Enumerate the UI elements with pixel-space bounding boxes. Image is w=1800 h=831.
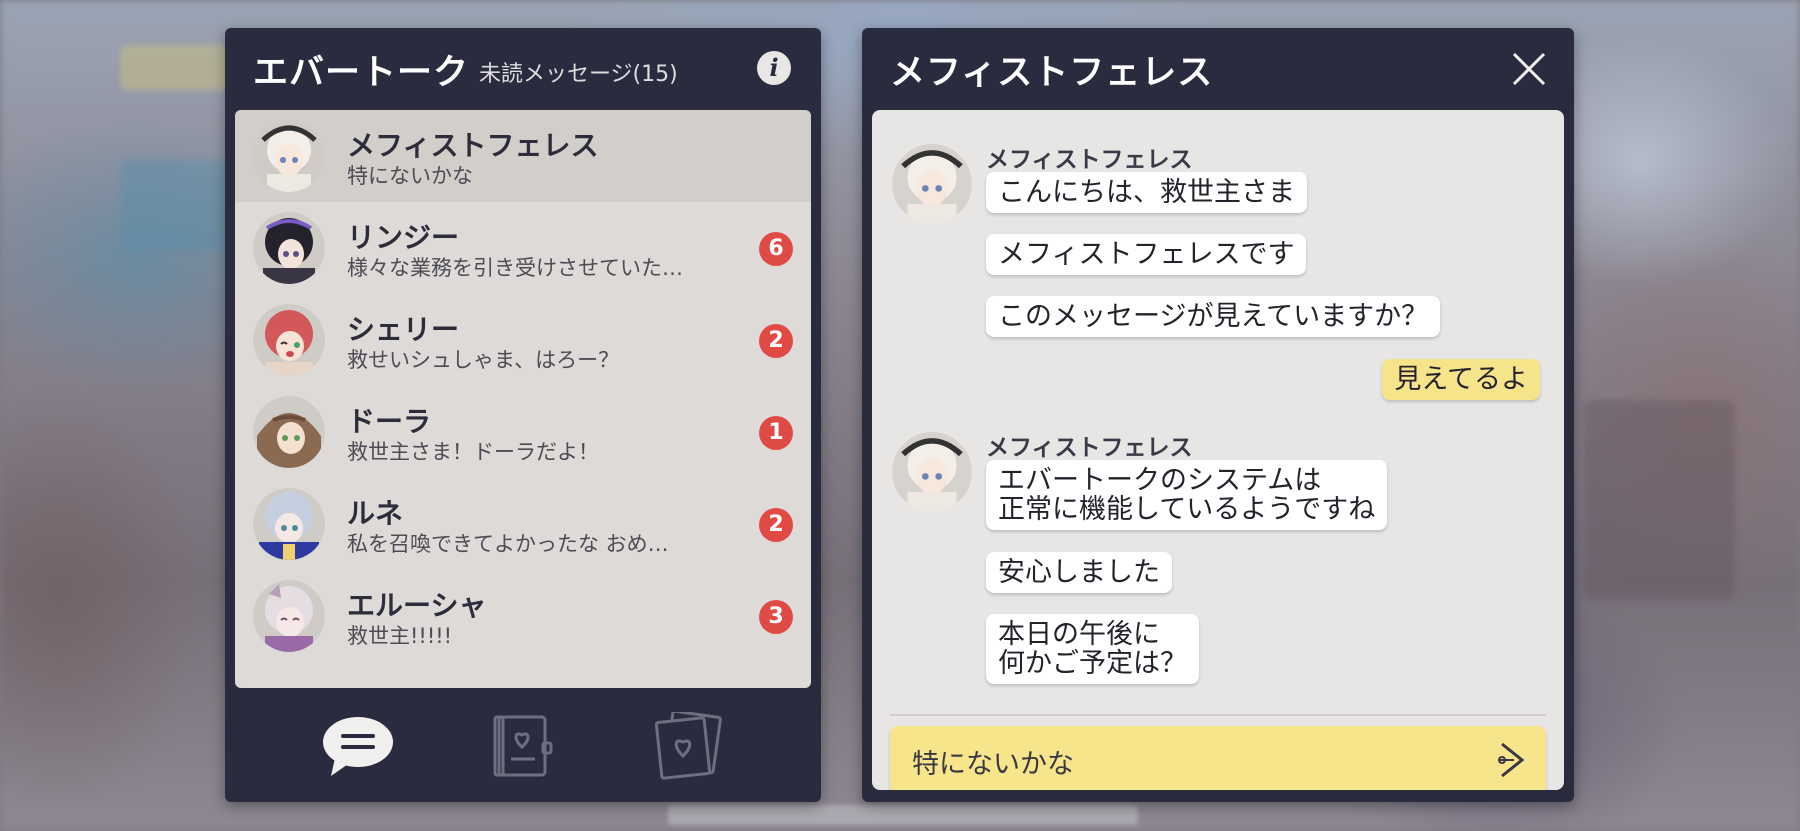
unread-badge: 6 xyxy=(759,232,793,266)
evertalk-contacts-panel: エバートーク 未読メッセージ(15) i メフィストフェレス 特にないかな リン… xyxy=(225,28,821,802)
dora-avatar xyxy=(253,396,325,468)
contact-item-mephistopheles[interactable]: メフィストフェレス 特にないかな xyxy=(235,110,811,202)
rune-avatar xyxy=(253,488,325,560)
contact-name: ルネ xyxy=(347,497,404,530)
lindsey-avatar xyxy=(253,212,325,284)
bottom-tab-bar xyxy=(225,696,821,796)
sender-name: メフィストフェレス xyxy=(986,435,1193,461)
background-sign xyxy=(120,45,230,90)
contact-preview: 救世主!!!!! xyxy=(347,624,453,648)
contact-name: ドーラ xyxy=(347,405,432,438)
close-icon[interactable] xyxy=(1510,50,1548,88)
mephistopheles-avatar xyxy=(253,120,325,192)
contact-preview: 救せいシュしゃま、はろー？ xyxy=(347,348,620,372)
unread-badge: 2 xyxy=(759,324,793,358)
contacts-header: エバートーク 未読メッセージ(15) i xyxy=(225,28,821,110)
elusha-avatar xyxy=(253,580,325,652)
contact-item-dora[interactable]: ドーラ 救世主さま！ドーラだよ！ 1 xyxy=(235,386,811,478)
shelley-avatar xyxy=(253,304,325,376)
unread-badge: 3 xyxy=(759,600,793,634)
message-bubble: こんにちは、救世主さま xyxy=(986,172,1307,213)
chat-panel: メフィストフェレス メフィストフェレス こんにちは、救世主さま メフィストフェレ… xyxy=(862,28,1574,802)
contact-preview: 救世主さま！ドーラだよ！ xyxy=(347,440,599,464)
contact-name: メフィストフェレス xyxy=(347,129,599,162)
sender-avatar xyxy=(892,432,972,512)
contact-item-shelley[interactable]: シェリー 救せいシュしゃま、はろー？ 2 xyxy=(235,294,811,386)
message-bubble: 本日の午後に 何かご予定は？ xyxy=(986,614,1199,684)
unread-badge: 1 xyxy=(759,416,793,450)
send-arrow-icon xyxy=(1498,742,1525,778)
tab-journal[interactable] xyxy=(478,696,568,796)
contact-preview: 様々な業務を引き受けさせていた… xyxy=(347,256,683,280)
contact-item-lindsey[interactable]: リンジー 様々な業務を引き受けさせていた… 6 xyxy=(235,202,811,294)
contact-name: リンジー xyxy=(347,221,460,254)
chat-message-area[interactable]: メフィストフェレス こんにちは、救世主さま メフィストフェレスです このメッセー… xyxy=(872,110,1564,790)
message-bubble: 安心しました xyxy=(986,552,1172,593)
chat-title: メフィストフェレス xyxy=(890,53,1214,93)
heart-book-icon xyxy=(493,715,553,777)
message-bubble: メフィストフェレスです xyxy=(986,234,1307,275)
contact-preview: 私を召喚できてよかったな おめ… xyxy=(347,532,669,556)
heart-photos-icon xyxy=(654,712,722,780)
sender-name: メフィストフェレス xyxy=(986,147,1193,173)
contact-item-elusha[interactable]: エルーシャ 救世主!!!!! 3 xyxy=(235,570,811,662)
message-bubble: エバートークのシステムは 正常に機能しているようですね xyxy=(986,460,1388,530)
background-strip xyxy=(668,805,1138,825)
chat-bubble-icon xyxy=(323,717,393,776)
message-bubble: このメッセージが見えていますか？ xyxy=(986,296,1441,337)
sender-avatar xyxy=(892,144,972,224)
reply-option-button[interactable]: 特にないかな xyxy=(890,726,1546,790)
contact-name: シェリー xyxy=(347,313,460,346)
contact-name: エルーシャ xyxy=(347,589,487,622)
tab-album[interactable] xyxy=(643,696,733,796)
reply-option-text: 特にないかな xyxy=(912,749,1074,780)
app-title: エバートーク xyxy=(253,53,470,93)
my-message-bubble: 見えてるよ xyxy=(1382,359,1540,400)
info-icon[interactable]: i xyxy=(757,51,791,85)
background-building-left xyxy=(120,160,230,250)
contact-item-rune[interactable]: ルネ 私を召喚できてよかったな おめ… 2 xyxy=(235,478,811,570)
tab-chat[interactable] xyxy=(313,696,403,796)
background-building-right xyxy=(1585,400,1735,600)
reply-divider xyxy=(890,714,1546,716)
unread-count-label: 未読メッセージ(15) xyxy=(479,62,678,87)
contact-list: メフィストフェレス 特にないかな リンジー 様々な業務を引き受けさせていた… 6… xyxy=(235,110,811,688)
contact-preview: 特にないかな xyxy=(347,164,473,188)
unread-badge: 2 xyxy=(759,508,793,542)
